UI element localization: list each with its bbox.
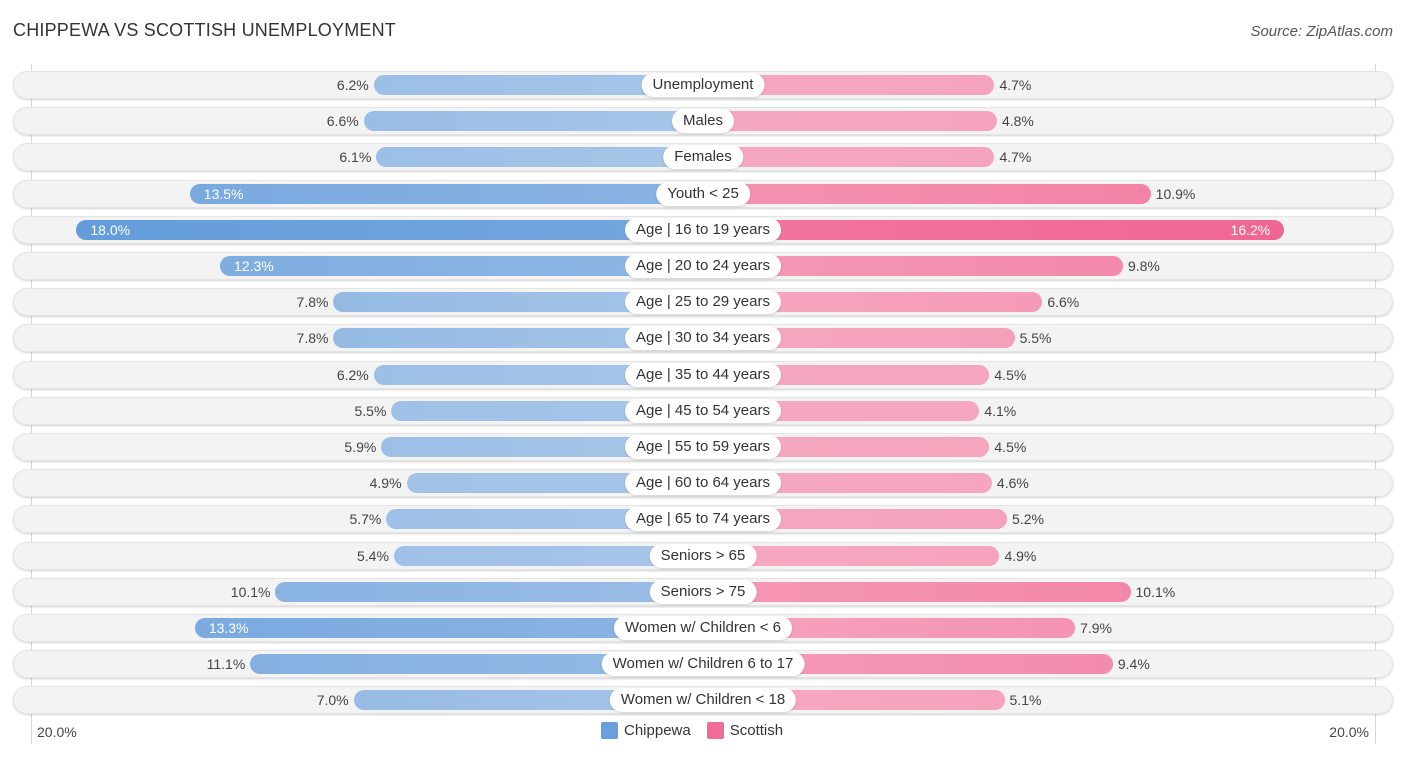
value-label-chippewa: 18.0%	[90, 221, 131, 238]
chart-row: 6.6% 4.8% Males	[13, 107, 1393, 136]
value-label-chippewa: 6.2%	[336, 366, 369, 383]
value-label-scottish: 4.9%	[1004, 547, 1037, 564]
left-axis-label: 20.0%	[37, 724, 77, 740]
value-label-scottish: 4.7%	[999, 77, 1032, 93]
value-label-scottish: 7.9%	[1080, 620, 1112, 636]
chart-row: 13.5% 10.9% Youth < 25	[13, 179, 1393, 208]
value-label-scottish: 9.4%	[1117, 656, 1150, 673]
value-label-scottish: 4.6%	[996, 475, 1029, 492]
value-label-chippewa: 11.1%	[206, 656, 246, 673]
chart-row: 11.1% 9.4% Women w/ Children 6 to 17	[13, 650, 1393, 679]
value-label-scottish: 16.2%	[1230, 221, 1271, 238]
source-credit: Source: ZipAtlas.com	[1250, 23, 1393, 40]
value-label-chippewa: 12.3%	[234, 258, 274, 274]
legend-item-chippewa[interactable]: Chippewa	[601, 722, 691, 739]
value-label-scottish: 10.9%	[1155, 185, 1196, 202]
chart-row: 18.0% 16.2% Age | 16 to 19 years	[13, 215, 1393, 244]
bar-chippewa[interactable]	[275, 581, 703, 602]
legend-swatch-chippewa	[601, 722, 618, 739]
value-label-scottish: 6.6%	[1047, 294, 1080, 311]
bar-chippewa[interactable]	[376, 147, 703, 168]
bar-scottish[interactable]	[703, 581, 1131, 602]
category-label: Seniors > 65	[649, 543, 757, 568]
category-label: Age | 45 to 54 years	[625, 398, 781, 423]
chart-row: 6.2% 4.5% Age | 35 to 44 years	[13, 360, 1393, 389]
value-label-chippewa: 10.1%	[230, 583, 271, 600]
value-label-scottish: 4.8%	[1001, 113, 1034, 130]
value-label-chippewa: 7.0%	[316, 692, 349, 709]
category-label: Age | 20 to 24 years	[625, 254, 781, 278]
bar-chippewa[interactable]	[363, 111, 703, 132]
right-axis-label: 20.0%	[1329, 724, 1369, 740]
value-label-chippewa: 13.5%	[203, 185, 244, 202]
chart-row: 6.2% 4.7% Unemployment	[13, 71, 1393, 99]
category-label: Age | 65 to 74 years	[625, 507, 781, 532]
category-label: Females	[663, 145, 743, 170]
value-label-chippewa: 4.9%	[369, 475, 402, 492]
category-label: Women w/ Children < 18	[609, 688, 797, 713]
value-label-chippewa: 6.6%	[326, 113, 359, 130]
value-label-scottish: 4.5%	[994, 366, 1027, 383]
value-label-chippewa: 5.7%	[349, 511, 382, 528]
value-label-scottish: 10.1%	[1135, 583, 1176, 600]
category-label: Age | 35 to 44 years	[625, 362, 781, 387]
chart-row: 5.9% 4.5% Age | 55 to 59 years	[13, 433, 1393, 461]
bar-scottish[interactable]	[703, 219, 1285, 240]
legend-label-scottish: Scottish	[729, 722, 784, 739]
category-label: Age | 16 to 19 years	[625, 217, 781, 242]
value-label-scottish: 5.2%	[1012, 511, 1044, 528]
chart-row: 12.3% 9.8% Age | 20 to 24 years	[13, 252, 1393, 280]
value-label-scottish: 5.5%	[1019, 330, 1052, 347]
category-label: Women w/ Children 6 to 17	[601, 652, 805, 677]
value-label-scottish: 9.8%	[1127, 258, 1160, 274]
category-label: Age | 60 to 64 years	[625, 471, 781, 496]
bar-chippewa[interactable]	[189, 183, 703, 204]
category-label: Seniors > 75	[649, 579, 757, 604]
chart-row: 7.0% 5.1% Women w/ Children < 18	[13, 686, 1393, 715]
value-label-scottish: 4.1%	[984, 402, 1017, 419]
category-label: Age | 25 to 29 years	[625, 290, 781, 315]
value-label-chippewa: 5.9%	[344, 439, 377, 455]
legend-label-chippewa: Chippewa	[624, 722, 691, 739]
chart-row: 13.3% 7.9% Women w/ Children < 6	[13, 614, 1393, 642]
value-label-chippewa: 7.8%	[296, 294, 329, 311]
category-label: Age | 30 to 34 years	[625, 326, 781, 351]
value-label-chippewa: 5.4%	[357, 547, 389, 564]
legend: Chippewa Scottish	[601, 722, 793, 739]
category-label: Males	[671, 109, 735, 134]
category-label: Age | 55 to 59 years	[625, 435, 781, 459]
chart-row: 10.1% 10.1% Seniors > 75	[13, 577, 1393, 606]
chart-title: CHIPPEWA VS SCOTTISH UNEMPLOYMENT	[13, 20, 396, 40]
bar-chippewa[interactable]	[76, 219, 703, 240]
value-label-scottish: 4.5%	[994, 439, 1027, 455]
bar-scottish[interactable]	[703, 147, 995, 168]
legend-swatch-scottish	[706, 722, 724, 739]
value-label-chippewa: 6.1%	[339, 149, 372, 166]
category-label: Youth < 25	[656, 181, 750, 206]
value-label-scottish: 5.1%	[1009, 692, 1042, 709]
category-label: Unemployment	[641, 73, 765, 97]
value-label-scottish: 4.7%	[999, 149, 1032, 166]
value-label-chippewa: 7.8%	[296, 330, 329, 347]
bar-scottish[interactable]	[703, 111, 997, 132]
value-label-chippewa: 6.2%	[336, 77, 369, 93]
chart-row: 7.8% 6.6% Age | 25 to 29 years	[13, 288, 1393, 317]
chart-row: 5.7% 5.2% Age | 65 to 74 years	[13, 505, 1393, 534]
category-label: Women w/ Children < 6	[613, 616, 793, 640]
bar-scottish[interactable]	[703, 183, 1151, 204]
chart-row: 5.4% 4.9% Seniors > 65	[13, 541, 1393, 570]
chart-row: 6.1% 4.7% Females	[13, 143, 1393, 172]
chart-row: 5.5% 4.1% Age | 45 to 54 years	[13, 396, 1393, 425]
chart-row: 7.8% 5.5% Age | 30 to 34 years	[13, 324, 1393, 353]
value-label-chippewa: 13.3%	[208, 620, 249, 636]
chart-row: 4.9% 4.6% Age | 60 to 64 years	[13, 469, 1393, 498]
legend-item-scottish[interactable]: Scottish	[706, 722, 784, 739]
value-label-chippewa: 5.5%	[354, 402, 387, 419]
